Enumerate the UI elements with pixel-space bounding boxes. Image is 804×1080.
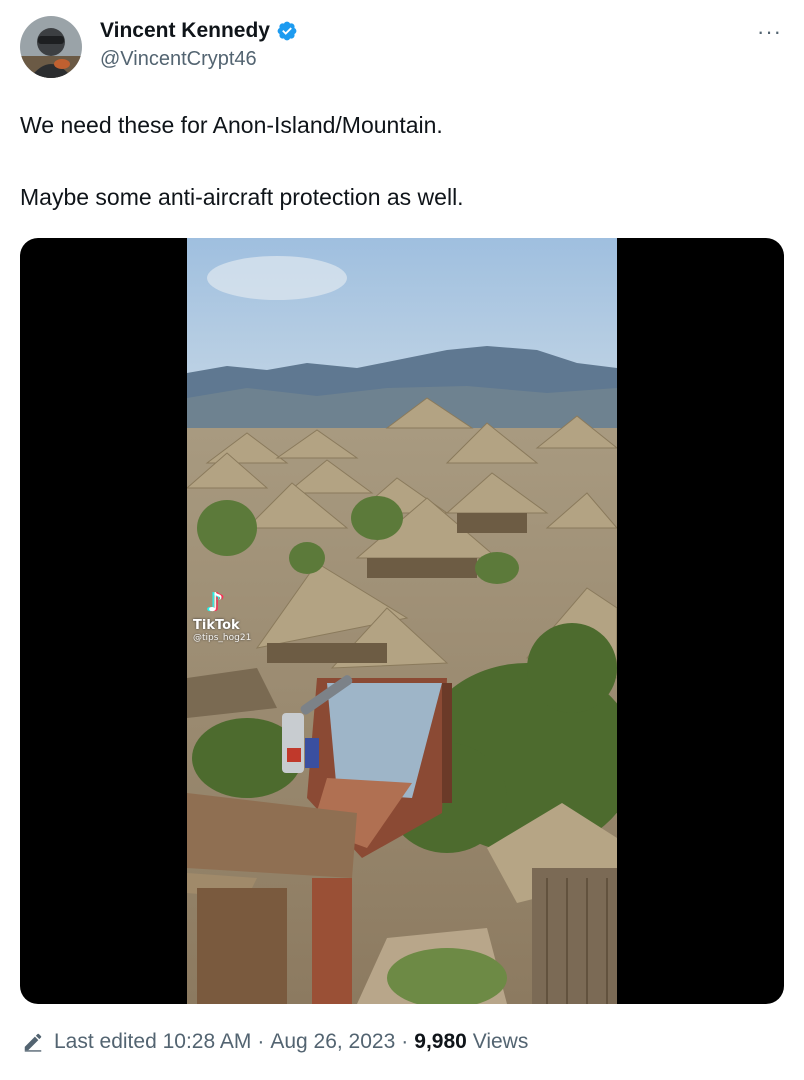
separator-dot: ·: [257, 1030, 265, 1053]
edit-label[interactable]: Last edited: [54, 1030, 157, 1054]
avatar-image: [20, 16, 82, 78]
separator-dot: ·: [401, 1030, 409, 1053]
tweet-footer: Last edited 10:28 AM · Aug 26, 2023 · 9,…: [22, 1030, 528, 1054]
handle[interactable]: @VincentCrypt46: [100, 48, 298, 71]
views-label: Views: [472, 1030, 529, 1053]
timestamp-date[interactable]: Aug 26, 2023: [270, 1030, 395, 1054]
tiktok-label: TikTok: [193, 618, 240, 633]
video-player[interactable]: ♪ TikTok @tips_hog21: [20, 238, 784, 1004]
video-frame: ♪ TikTok @tips_hog21: [187, 238, 617, 1004]
pencil-icon: [22, 1031, 44, 1053]
tweet-text: We need these for Anon-Island/Mountain. …: [20, 110, 780, 212]
tweet-line: Maybe some anti-aircraft protection as w…: [20, 184, 464, 210]
display-name[interactable]: Vincent Kennedy: [100, 19, 270, 43]
avatar[interactable]: [20, 16, 82, 78]
village-scene-image: [187, 238, 617, 1004]
user-info: Vincent Kennedy @VincentCrypt46: [100, 16, 298, 71]
tiktok-username: @tips_hog21: [193, 633, 252, 643]
tiktok-watermark: ♪ TikTok @tips_hog21: [193, 590, 251, 643]
timestamp-time[interactable]: 10:28 AM: [163, 1030, 252, 1054]
more-icon[interactable]: ···: [757, 21, 782, 43]
verified-badge-icon: [276, 20, 298, 42]
tweet-line: We need these for Anon-Island/Mountain.: [20, 112, 443, 138]
tiktok-icon: ♪: [207, 588, 224, 618]
views-count: 9,980: [414, 1030, 467, 1053]
